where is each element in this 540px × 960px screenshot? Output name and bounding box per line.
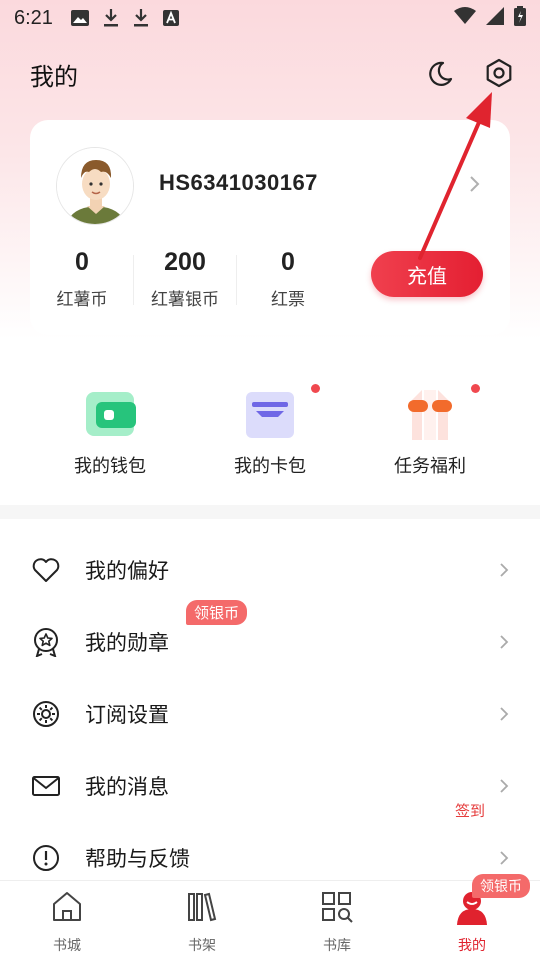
section-divider: [0, 505, 540, 519]
download-notification-icon: [133, 9, 149, 27]
menu-list: 我的偏好 我的勋章 领银币 订阅设置 我的消息 帮助与反馈: [0, 534, 540, 894]
home-icon: [49, 889, 85, 925]
stat-value: 0: [75, 248, 89, 276]
night-mode-moon-icon[interactable]: [426, 60, 454, 88]
medal-icon: [31, 627, 61, 658]
stat-value: 0: [281, 248, 295, 276]
quick-action-label: 我的钱包: [74, 456, 146, 477]
gift-icon: [402, 386, 458, 442]
chevron-right-icon[interactable]: [468, 174, 482, 194]
notification-dot: [311, 384, 320, 393]
silver-coin-badge[interactable]: 领银币: [186, 600, 248, 625]
tab-bookshelf[interactable]: 书架: [162, 889, 242, 955]
quick-action-label: 我的卡包: [234, 456, 306, 477]
menu-item-label: 我的消息: [85, 775, 169, 799]
quick-actions: 我的钱包 我的卡包 任务福利: [0, 340, 540, 505]
tab-profile[interactable]: 我的: [432, 889, 512, 955]
tab-silver-coin-badge[interactable]: 领银币: [472, 874, 530, 898]
profile-card[interactable]: HS6341030167 0 红薯币 200 红薯银币 0 红票 充值: [30, 120, 510, 335]
stat-label: 红薯银币: [151, 290, 219, 310]
checkin-button[interactable]: 签到: [455, 800, 485, 821]
menu-item-label: 我的勋章: [85, 631, 169, 655]
card-wallet-icon: [242, 386, 298, 442]
chevron-right-icon: [498, 705, 510, 723]
mail-icon: [31, 771, 61, 801]
library-icon: [319, 889, 355, 925]
tab-label: 我的: [458, 938, 486, 954]
quick-action-card-wallet[interactable]: 我的卡包: [200, 384, 340, 478]
avatar[interactable]: [56, 147, 134, 225]
bottom-tab-bar: 书城 书架 书库 我的 领银币: [0, 874, 540, 960]
recharge-button[interactable]: 充值: [371, 251, 483, 297]
username[interactable]: HS6341030167: [159, 170, 318, 196]
tab-label: 书架: [188, 938, 216, 954]
quick-action-label: 任务福利: [394, 456, 466, 477]
quick-action-wallet[interactable]: 我的钱包: [40, 386, 180, 478]
wallet-icon: [82, 386, 138, 442]
status-bar: 6:21: [0, 0, 540, 36]
stat-label: 红薯币: [56, 290, 108, 310]
menu-item-medals[interactable]: 我的勋章 领银币: [0, 600, 540, 678]
stat-silver-coin[interactable]: 200 红薯银币: [133, 248, 237, 310]
menu-item-label: 订阅设置: [85, 703, 169, 727]
menu-item-label: 我的偏好: [85, 559, 169, 583]
chevron-right-icon: [498, 777, 510, 795]
signal-icon: [486, 6, 504, 30]
chevron-right-icon: [498, 849, 510, 867]
heart-icon: [31, 555, 61, 585]
menu-item-subscription-settings[interactable]: 订阅设置: [0, 678, 540, 750]
download-notification-icon: [103, 9, 119, 27]
bookshelf-icon: [184, 889, 220, 925]
settings-gear-icon[interactable]: [484, 58, 514, 88]
tab-bookstore[interactable]: 书城: [27, 889, 107, 955]
stat-value: 200: [164, 248, 206, 276]
stat-red-ticket[interactable]: 0 红票: [236, 248, 340, 310]
menu-item-label: 帮助与反馈: [85, 847, 190, 871]
stat-hongshu-coin[interactable]: 0 红薯币: [30, 248, 134, 310]
notification-dot: [471, 384, 480, 393]
chevron-right-icon: [498, 561, 510, 579]
tab-library[interactable]: 书库: [297, 889, 377, 955]
chevron-right-icon: [498, 633, 510, 651]
wifi-icon: [454, 6, 476, 30]
page-header: 我的: [30, 52, 514, 96]
gear-icon: [31, 699, 61, 729]
stat-label: 红票: [271, 290, 305, 310]
battery-icon: [514, 5, 526, 31]
menu-item-preferences[interactable]: 我的偏好: [0, 534, 540, 606]
help-icon: [31, 843, 61, 873]
status-time: 6:21: [14, 6, 53, 29]
tab-label: 书库: [323, 938, 351, 954]
quick-action-task-rewards[interactable]: 任务福利: [360, 384, 500, 478]
page-title: 我的: [30, 63, 78, 91]
app-notification-icon: [162, 10, 179, 26]
image-notification-icon: [70, 10, 89, 26]
tab-label: 书城: [53, 938, 81, 954]
